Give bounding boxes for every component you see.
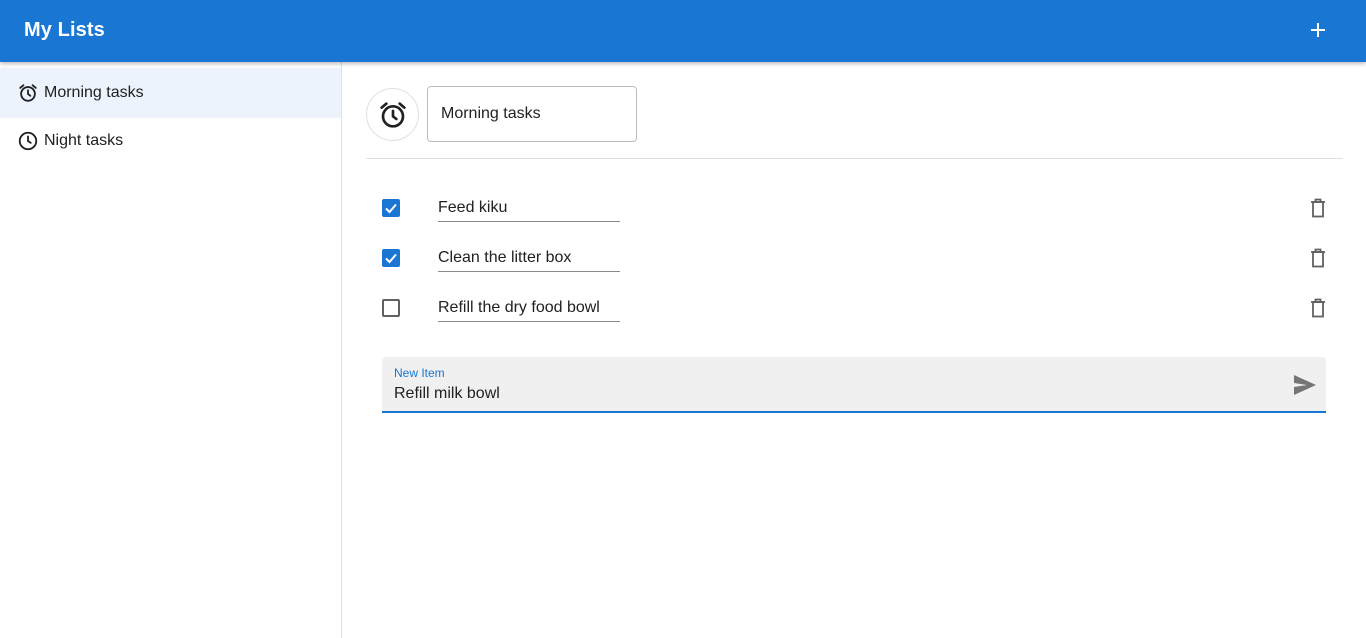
new-item-field: New Item	[382, 357, 1326, 413]
list-icon-button[interactable]	[366, 88, 419, 141]
send-icon	[1294, 375, 1316, 395]
trash-icon	[1311, 198, 1325, 218]
list-item	[366, 186, 1343, 230]
new-item-input[interactable]	[394, 383, 1274, 405]
divider	[366, 158, 1343, 159]
send-button[interactable]	[1290, 371, 1320, 399]
item-checkbox[interactable]	[382, 299, 400, 317]
plus-icon	[1311, 23, 1325, 37]
sidebar-item-night-tasks[interactable]: Night tasks	[0, 116, 341, 166]
alarm-clock-icon	[17, 82, 39, 104]
delete-item-button[interactable]	[1304, 194, 1332, 222]
delete-item-button[interactable]	[1304, 294, 1332, 322]
item-checkbox[interactable]	[382, 199, 400, 217]
sidebar-item-label: Morning tasks	[44, 84, 144, 101]
item-checkbox[interactable]	[382, 249, 400, 267]
clock-icon	[17, 130, 39, 152]
sidebar-item-label: Night tasks	[44, 132, 124, 149]
new-item-label: New Item	[394, 366, 445, 380]
item-text-input[interactable]	[438, 294, 620, 322]
list-name-input[interactable]	[427, 86, 637, 142]
trash-icon	[1311, 248, 1325, 268]
sidebar: Morning tasks Night tasks	[0, 62, 342, 638]
add-list-button[interactable]	[1298, 10, 1338, 50]
trash-icon	[1311, 298, 1325, 318]
app-bar: My Lists	[0, 0, 1366, 62]
item-text-input[interactable]	[438, 194, 620, 222]
list-item	[366, 236, 1343, 280]
app-title: My Lists	[24, 19, 105, 41]
checkmark-icon	[385, 253, 397, 264]
alarm-clock-icon	[379, 101, 406, 128]
list-editor: New Item	[342, 62, 1366, 638]
item-text-input[interactable]	[438, 244, 620, 272]
list-item	[366, 286, 1343, 330]
sidebar-item-morning-tasks[interactable]: Morning tasks	[0, 68, 341, 118]
checkmark-icon	[385, 203, 397, 214]
delete-item-button[interactable]	[1304, 244, 1332, 272]
